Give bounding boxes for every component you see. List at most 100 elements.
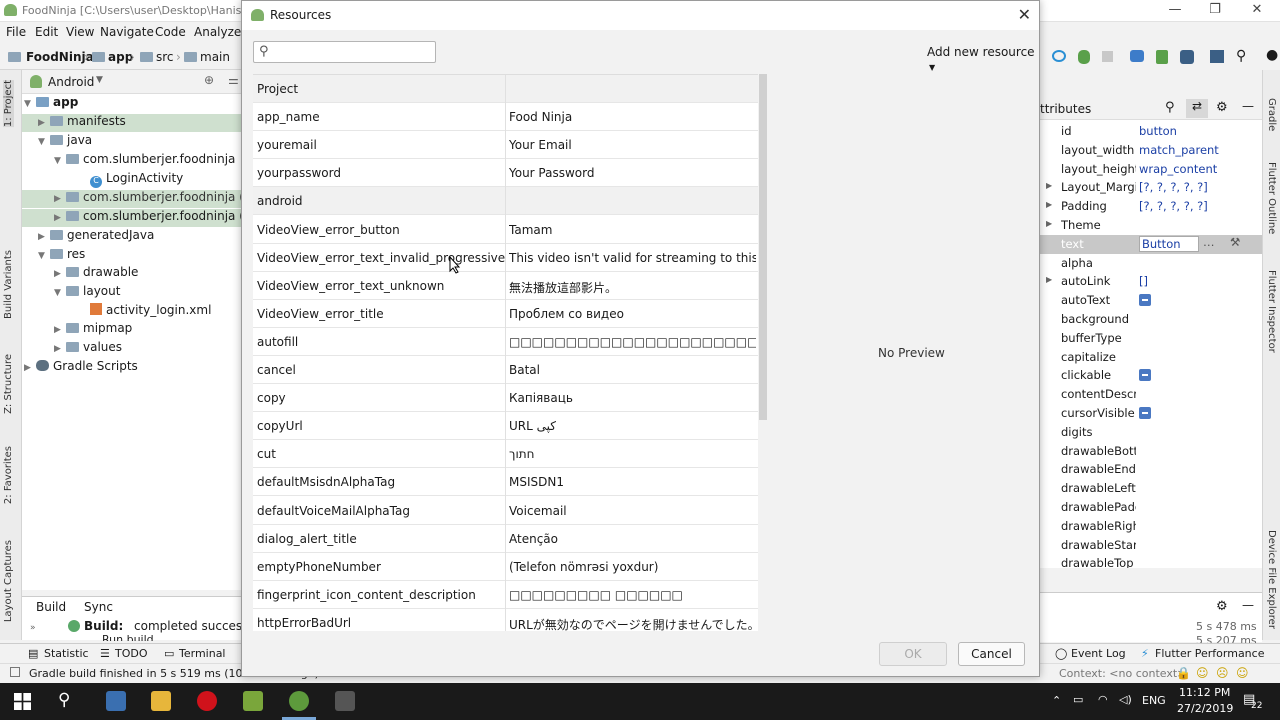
- windows-start-icon[interactable]: [14, 693, 31, 710]
- tab-project[interactable]: 1: Project: [3, 80, 14, 128]
- avd-manager-icon[interactable]: [1156, 50, 1168, 64]
- tab-device-file-explorer[interactable]: Device File Explorer: [1266, 530, 1277, 629]
- attribute-row[interactable]: clickable: [1040, 366, 1262, 385]
- attribute-row[interactable]: ▶ Layout_Margin[?, ?, ?, ?, ?]: [1040, 178, 1262, 197]
- attribute-row[interactable]: drawableRight: [1040, 517, 1262, 536]
- attribute-value[interactable]: match_parent: [1139, 143, 1219, 157]
- tristate-checkbox[interactable]: [1139, 369, 1151, 382]
- attribute-row[interactable]: ▶ Padding [?, ?, ?, ?, ?]: [1040, 197, 1262, 216]
- tree-item-java[interactable]: ▼ java: [22, 133, 242, 151]
- swap-view-icon[interactable]: ⇄: [1186, 99, 1208, 118]
- resource-search-input[interactable]: ⚲: [253, 41, 436, 63]
- tab-terminal[interactable]: Terminal: [179, 647, 226, 660]
- tab-flutter-performance[interactable]: Flutter Performance: [1155, 647, 1264, 660]
- tristate-checkbox[interactable]: [1139, 294, 1151, 307]
- attribute-row[interactable]: layout_height wrap_content: [1040, 160, 1262, 179]
- minimize-panel-icon[interactable]: —: [1242, 99, 1254, 113]
- attribute-value[interactable]: wrap_content: [1139, 162, 1217, 176]
- attribute-row[interactable]: drawableLeft: [1040, 479, 1262, 498]
- tab-flutter-outline[interactable]: Flutter Outline: [1266, 162, 1277, 234]
- tree-item-activity-login-xml[interactable]: activity_login.xml: [22, 303, 242, 321]
- attribute-row[interactable]: bufferType: [1040, 329, 1262, 348]
- tab-sync[interactable]: Sync: [84, 600, 113, 614]
- app-icon-1[interactable]: [106, 691, 126, 711]
- close-window-icon[interactable]: ✕: [1242, 2, 1272, 17]
- tree-item-layout[interactable]: ▼ layout: [22, 284, 242, 302]
- wrench-icon[interactable]: ⚒: [1230, 235, 1240, 249]
- menu-code[interactable]: Code: [155, 25, 186, 39]
- app-icon-4[interactable]: [243, 691, 263, 711]
- tab-gradle[interactable]: Gradle: [1266, 98, 1277, 131]
- opera-icon[interactable]: [197, 691, 217, 711]
- tab-structure[interactable]: Z: Structure: [3, 354, 14, 414]
- tab-todo[interactable]: TODO: [115, 647, 148, 660]
- search-icon[interactable]: ⚲: [1165, 100, 1175, 115]
- attribute-row[interactable]: contentDescrip: [1040, 385, 1262, 404]
- sync-icon[interactable]: [1130, 50, 1144, 62]
- sdk-manager-icon[interactable]: [1180, 50, 1194, 64]
- attribute-row[interactable]: autoText: [1040, 291, 1262, 310]
- menu-analyze[interactable]: Analyze: [194, 25, 241, 39]
- tree-item-values[interactable]: ▶ values: [22, 340, 242, 358]
- bug-icon[interactable]: [1078, 50, 1090, 64]
- network-icon[interactable]: ◠: [1098, 693, 1108, 706]
- maximize-icon[interactable]: ❐: [1200, 2, 1230, 17]
- locate-icon[interactable]: ⊕: [204, 73, 214, 87]
- attribute-row[interactable]: text … ⚒ Button: [1040, 234, 1262, 254]
- attribute-row[interactable]: drawableBottor: [1040, 442, 1262, 461]
- attribute-row[interactable]: ▶ autoLink []: [1040, 272, 1262, 291]
- tree-item-generatedjava[interactable]: ▶ generatedJava: [22, 228, 242, 246]
- close-icon[interactable]: ✕: [1018, 5, 1031, 24]
- expand-arrow-icon[interactable]: ▶: [1046, 219, 1052, 228]
- attribute-row[interactable]: alpha: [1040, 254, 1262, 273]
- add-new-resource-button[interactable]: Add new resource ▼: [927, 45, 1039, 73]
- expand-arrow-icon[interactable]: ▶: [1046, 181, 1052, 190]
- expand-icon[interactable]: »: [30, 623, 36, 633]
- tray-chevron-icon[interactable]: ⌃: [1052, 694, 1061, 707]
- language-indicator[interactable]: ENG: [1142, 694, 1166, 707]
- attribute-row[interactable]: layout_width match_parent: [1040, 141, 1262, 160]
- attribute-row[interactable]: drawablePaddi: [1040, 498, 1262, 517]
- minimize-panel-icon[interactable]: —: [1242, 598, 1254, 612]
- project-structure-icon[interactable]: [1210, 50, 1224, 63]
- flutter-attach-icon[interactable]: [1052, 50, 1066, 62]
- lock-icon[interactable]: 🔒: [1176, 666, 1191, 680]
- attribute-row[interactable]: drawableStart: [1040, 536, 1262, 555]
- menu-view[interactable]: View: [66, 25, 94, 39]
- tree-item-package[interactable]: ▼ com.slumberjer.foodninja: [22, 152, 242, 170]
- frown-icon[interactable]: ☹: [1216, 666, 1229, 680]
- tab-statistic[interactable]: Statistic: [44, 647, 89, 660]
- attribute-value[interactable]: button: [1139, 124, 1177, 138]
- tree-item-gradle-scripts[interactable]: ▶ Gradle Scripts: [22, 359, 242, 377]
- gear-icon[interactable]: ⚙: [1216, 100, 1228, 115]
- menu-file[interactable]: File: [6, 25, 26, 39]
- attribute-row[interactable]: ▶ Theme: [1040, 216, 1262, 235]
- tree-item-package-test[interactable]: ▶ com.slumberjer.foodninja (tes: [22, 209, 262, 227]
- attribute-row[interactable]: digits: [1040, 423, 1262, 442]
- project-view-select[interactable]: Android: [48, 75, 94, 89]
- volume-icon[interactable]: ◁): [1119, 693, 1132, 706]
- android-studio-taskbar-icon[interactable]: [289, 691, 309, 711]
- tab-layout-captures[interactable]: Layout Captures: [3, 540, 14, 622]
- tree-item-package-android-test[interactable]: ▶ com.slumberjer.foodninja (and: [22, 190, 266, 208]
- attribute-row[interactable]: drawableTop: [1040, 554, 1262, 568]
- search-icon[interactable]: ⚲: [1236, 48, 1246, 64]
- tab-flutter-inspector[interactable]: Flutter Inspector: [1266, 270, 1277, 353]
- attribute-row[interactable]: id button: [1040, 122, 1262, 141]
- breadcrumb-main[interactable]: main: [200, 50, 230, 64]
- attribute-row[interactable]: drawableEnd: [1040, 460, 1262, 479]
- file-explorer-icon[interactable]: [151, 691, 171, 711]
- tree-item-mipmap[interactable]: ▶ mipmap: [22, 321, 242, 339]
- tree-item-loginactivity[interactable]: C LoginActivity: [22, 171, 242, 189]
- expand-arrow-icon[interactable]: ▶: [1046, 275, 1052, 284]
- collapse-icon[interactable]: ⚌: [228, 73, 239, 87]
- menu-navigate[interactable]: Navigate: [100, 25, 154, 39]
- attribute-row[interactable]: capitalize: [1040, 348, 1262, 367]
- clock-time[interactable]: 11:12 PM: [1179, 686, 1230, 699]
- expand-arrow-icon[interactable]: ▶: [1046, 200, 1052, 209]
- attribute-value[interactable]: Button: [1139, 235, 1199, 252]
- neutral-icon[interactable]: ☺: [1236, 666, 1249, 680]
- browse-icon[interactable]: …: [1203, 235, 1215, 249]
- chevron-down-icon[interactable]: ▼: [96, 75, 103, 85]
- attribute-value[interactable]: []: [1139, 274, 1148, 288]
